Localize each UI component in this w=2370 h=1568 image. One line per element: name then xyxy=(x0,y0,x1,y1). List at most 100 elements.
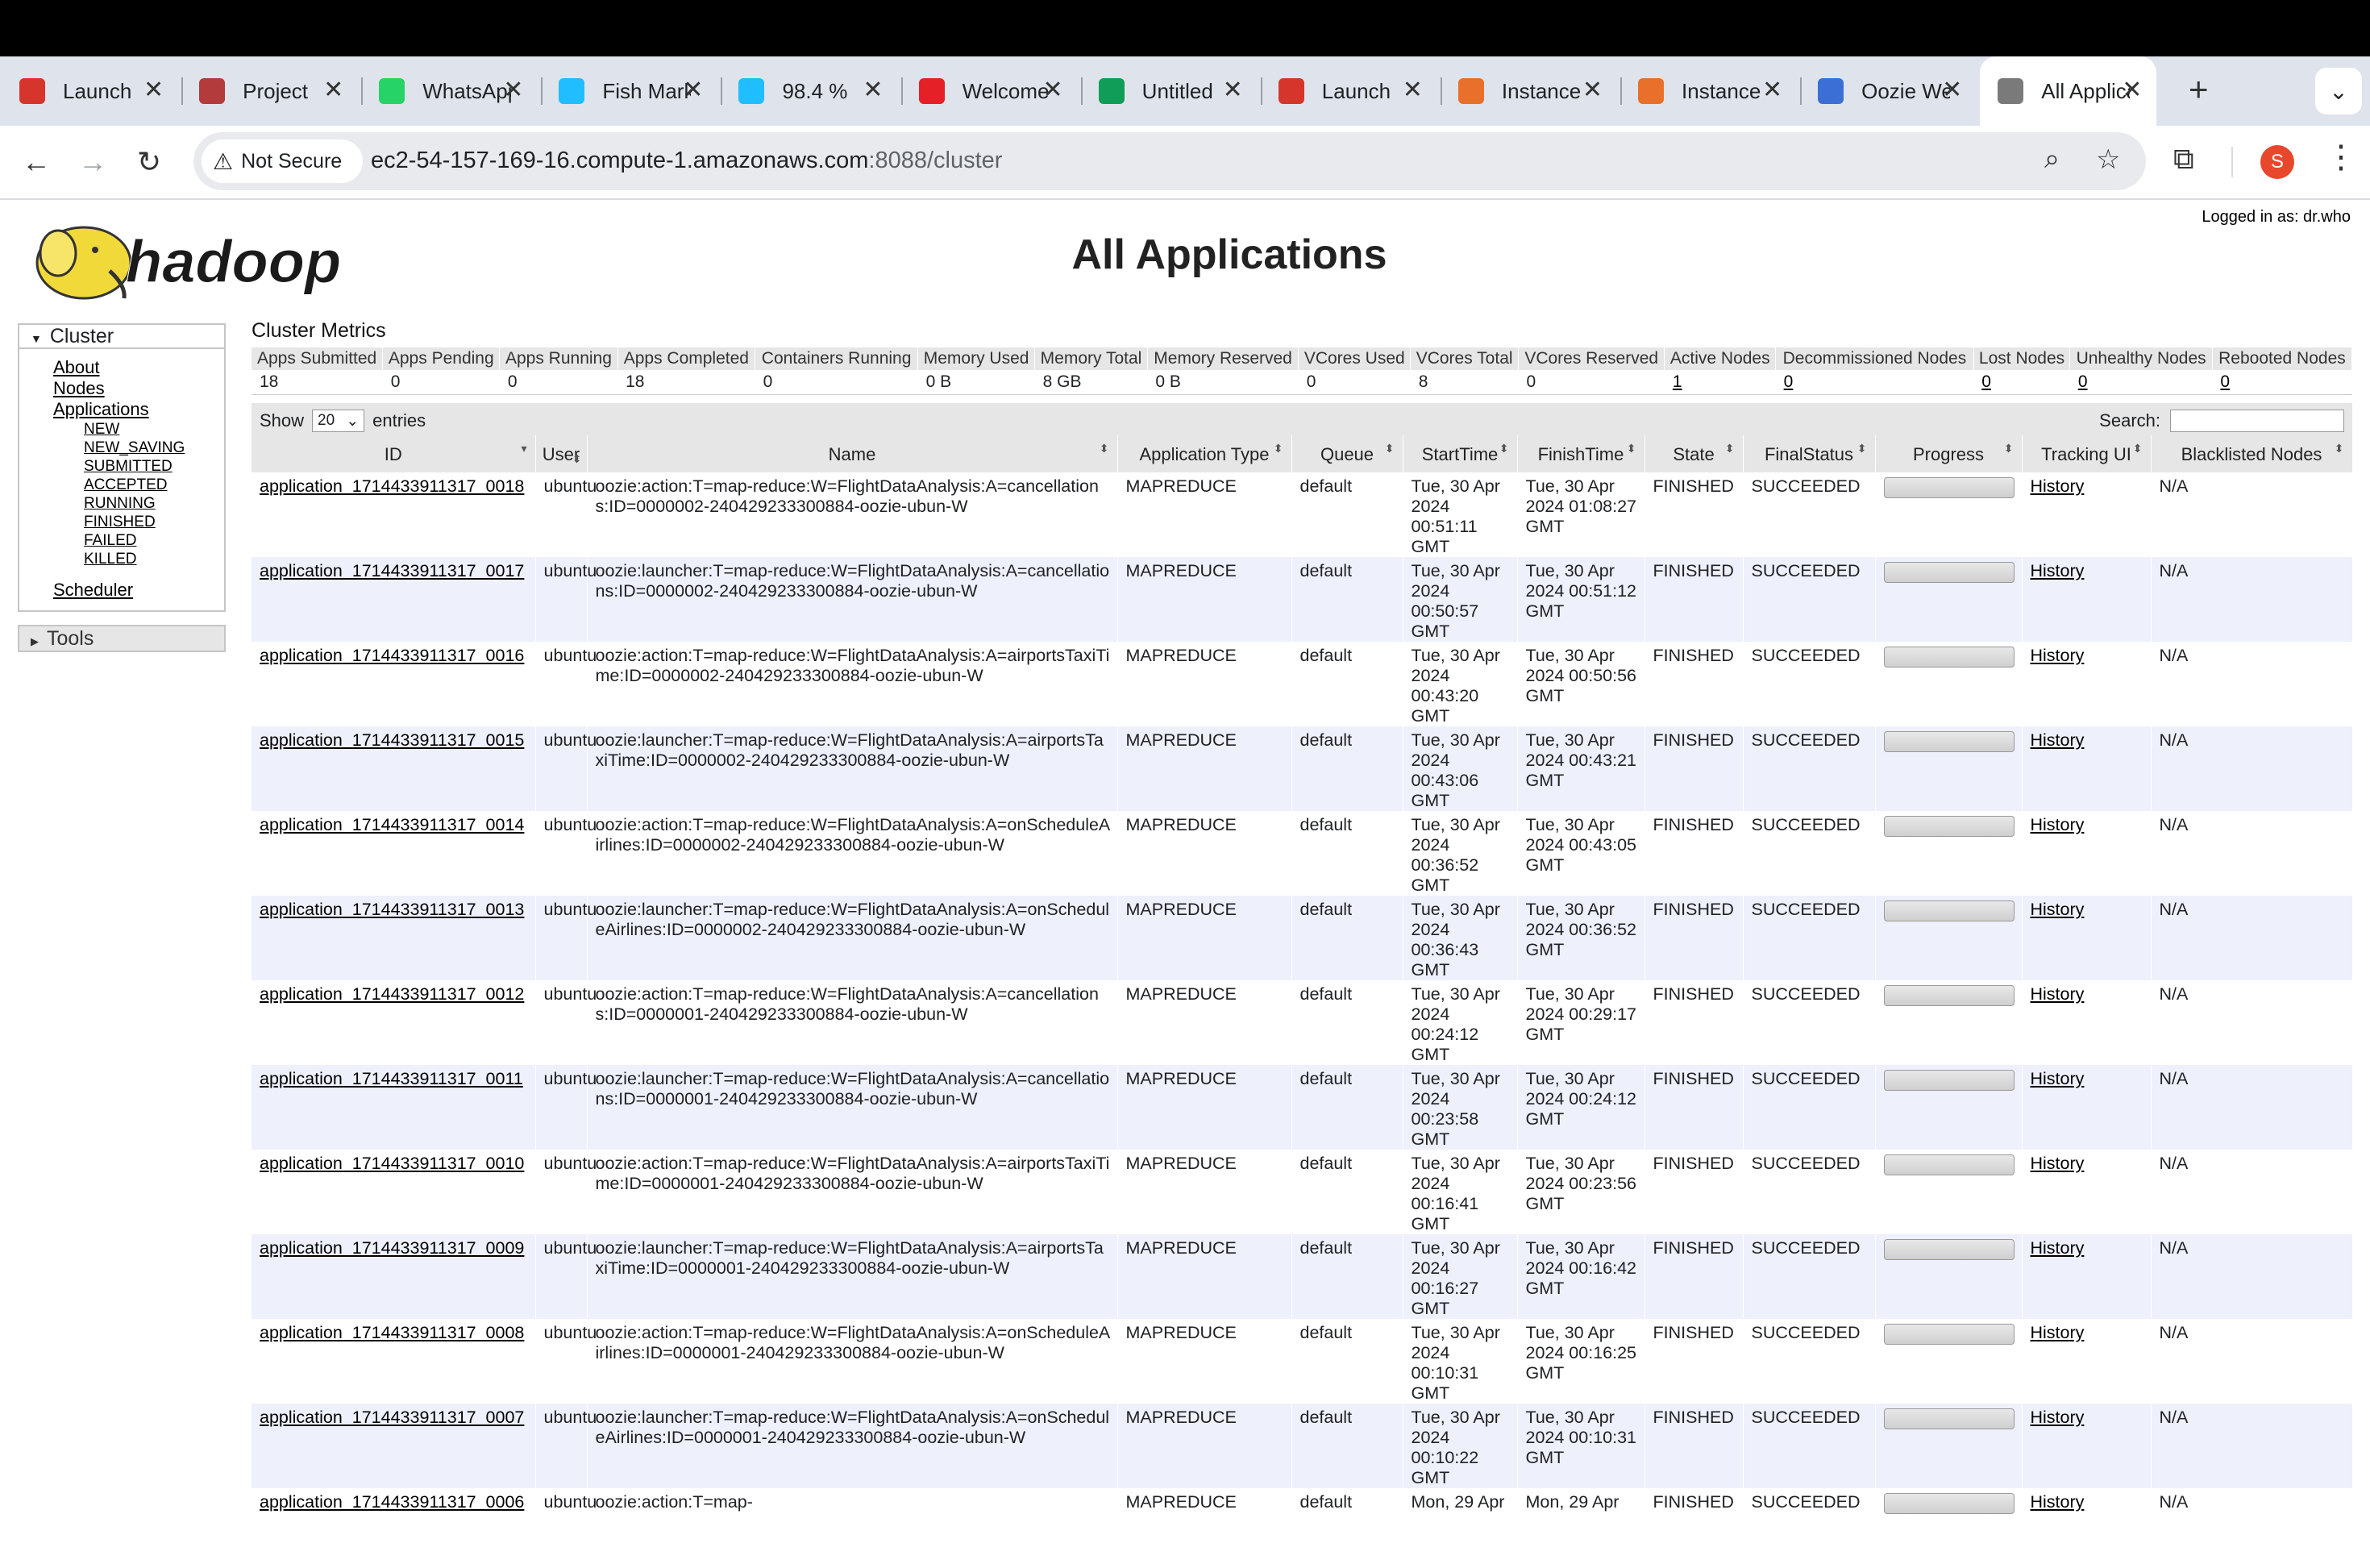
application-id-link[interactable]: application_1714433911317_0006 xyxy=(260,1492,524,1512)
column-header[interactable]: User ⬍ xyxy=(535,435,588,472)
browser-tab[interactable]: WhatsApp ✕ xyxy=(361,56,538,126)
sidebar-item-about[interactable]: About xyxy=(53,357,224,378)
column-header[interactable]: Tracking UI ⬍ xyxy=(2022,435,2152,472)
browser-menu-icon[interactable]: ⋮ xyxy=(2325,139,2357,176)
application-id-link[interactable]: application_1714433911317_0012 xyxy=(260,984,524,1004)
sidebar-state-new[interactable]: NEW xyxy=(84,420,224,439)
search-input[interactable] xyxy=(2170,410,2344,432)
page-size-select[interactable]: 20 ⌄ xyxy=(312,410,365,432)
history-link[interactable]: History xyxy=(2031,900,2085,919)
forward-icon[interactable]: → xyxy=(71,140,114,184)
cluster-section-header[interactable]: ▼ Cluster xyxy=(18,323,226,349)
sidebar-item-nodes[interactable]: Nodes xyxy=(53,378,224,399)
history-link[interactable]: History xyxy=(2031,646,2085,665)
metric-link[interactable]: 0 xyxy=(1981,372,1991,391)
bookmark-star-icon[interactable]: ☆ xyxy=(2096,143,2120,176)
close-tab-icon[interactable]: ✕ xyxy=(863,78,883,102)
application-id-link[interactable]: application_1714433911317_0007 xyxy=(260,1408,524,1427)
application-id-link[interactable]: application_1714433911317_0010 xyxy=(260,1154,524,1173)
new-tab-button[interactable]: + xyxy=(2189,73,2209,106)
metric-link[interactable]: 0 xyxy=(1784,372,1794,391)
launch-icon xyxy=(1278,78,1304,104)
history-link[interactable]: History xyxy=(2031,730,2085,750)
sidebar-item-scheduler[interactable]: Scheduler xyxy=(53,580,224,601)
address-bar[interactable]: ⚠ Not Secure ec2-54-157-169-16.compute-1… xyxy=(193,132,2146,190)
history-link[interactable]: History xyxy=(2031,984,2085,1004)
column-header[interactable]: Blacklisted Nodes ⬍ xyxy=(2151,435,2353,472)
profile-avatar[interactable]: S xyxy=(2260,145,2294,179)
browser-tab[interactable]: Instance ✕ xyxy=(1440,56,1617,126)
history-link[interactable]: History xyxy=(2031,1492,2085,1512)
sidebar-item-applications[interactable]: Applications xyxy=(53,399,224,420)
close-tab-icon[interactable]: ✕ xyxy=(1223,78,1243,102)
application-id-link[interactable]: application_1714433911317_0008 xyxy=(260,1323,524,1342)
column-header[interactable]: State ⬍ xyxy=(1644,435,1744,472)
application-id-link[interactable]: application_1714433911317_0014 xyxy=(260,815,524,834)
metric-header: Containers Running xyxy=(755,347,919,370)
application-id-link[interactable]: application_1714433911317_0009 xyxy=(260,1238,524,1258)
column-header[interactable]: StartTime ⬍ xyxy=(1403,435,1518,472)
application-id-link[interactable]: application_1714433911317_0017 xyxy=(260,561,524,580)
application-id-link[interactable]: application_1714433911317_0015 xyxy=(260,730,524,750)
column-header[interactable]: Application Type ⬍ xyxy=(1117,435,1292,472)
tools-section-header[interactable]: ▶ Tools xyxy=(18,625,226,652)
metric-link[interactable]: 1 xyxy=(1673,372,1682,391)
browser-tab[interactable]: Fish Market✕ xyxy=(541,56,717,126)
application-id-link[interactable]: application_1714433911317_0013 xyxy=(260,900,524,919)
history-link[interactable]: History xyxy=(2031,815,2085,834)
column-header[interactable]: Queue ⬍ xyxy=(1291,435,1403,472)
browser-tab[interactable]: Project ✕ xyxy=(181,56,358,126)
browser-tab[interactable]: Launch ✕ xyxy=(2,56,178,126)
history-link[interactable]: History xyxy=(2031,1154,2085,1173)
application-id-link[interactable]: application_1714433911317_0018 xyxy=(260,476,524,496)
browser-tab[interactable]: Welcome ✕ xyxy=(900,56,1078,126)
close-tab-icon[interactable]: ✕ xyxy=(1942,78,1962,102)
close-tab-icon[interactable]: ✕ xyxy=(1403,78,1423,102)
sidebar-state-new-saving[interactable]: NEW_SAVING xyxy=(84,439,224,457)
close-tab-icon[interactable]: ✕ xyxy=(323,78,343,102)
sidebar-state-finished[interactable]: FINISHED xyxy=(84,513,224,531)
close-tab-icon[interactable]: ✕ xyxy=(1043,78,1063,102)
browser-tab[interactable]: Instance ✕ xyxy=(1620,56,1797,126)
sidebar-state-accepted[interactable]: ACCEPTED xyxy=(84,476,224,494)
close-tab-icon[interactable]: ✕ xyxy=(1762,78,1782,102)
close-tab-icon[interactable]: ✕ xyxy=(503,78,523,102)
column-header[interactable]: Progress ⬍ xyxy=(1875,435,2023,472)
history-link[interactable]: History xyxy=(2031,1323,2085,1342)
application-id-link[interactable]: application_1714433911317_0016 xyxy=(260,646,524,665)
browser-tab[interactable]: All Applications✕ xyxy=(1980,56,2157,126)
metric-header: Apps Submitted xyxy=(252,347,384,370)
column-header[interactable]: FinishTime ⬍ xyxy=(1517,435,1645,472)
close-tab-icon[interactable]: ✕ xyxy=(143,78,164,102)
browser-tab[interactable]: Untitled ✕ xyxy=(1080,56,1258,126)
back-icon[interactable]: ← xyxy=(15,140,58,184)
history-link[interactable]: History xyxy=(2031,476,2085,496)
cell-queue: default xyxy=(1291,1150,1403,1234)
application-id-link[interactable]: application_1714433911317_0011 xyxy=(260,1069,523,1088)
history-link[interactable]: History xyxy=(2031,1408,2085,1427)
zoom-icon[interactable]: ⌕ xyxy=(2044,143,2060,175)
close-tab-icon[interactable]: ✕ xyxy=(2122,78,2142,102)
close-tab-icon[interactable]: ✕ xyxy=(683,78,703,102)
browser-tab[interactable]: 98.4 % ✕ xyxy=(721,56,897,126)
sidebar-state-submitted[interactable]: SUBMITTED xyxy=(84,457,224,476)
column-header[interactable]: Name ⬍ xyxy=(587,435,1118,472)
sidebar-state-killed[interactable]: KILLED xyxy=(84,550,224,568)
history-link[interactable]: History xyxy=(2031,1238,2085,1258)
history-link[interactable]: History xyxy=(2031,1069,2085,1088)
metric-link[interactable]: 0 xyxy=(2078,372,2088,391)
tab-search-button[interactable]: ⌄ xyxy=(2315,68,2362,114)
column-header[interactable]: FinalStatus ⬍ xyxy=(1743,435,1876,472)
close-tab-icon[interactable]: ✕ xyxy=(1582,78,1603,102)
browser-tab[interactable]: Oozie Web✕ xyxy=(1800,56,1977,126)
history-link[interactable]: History xyxy=(2031,561,2085,580)
metric-link[interactable]: 0 xyxy=(2220,372,2230,391)
sidebar-state-failed[interactable]: FAILED xyxy=(84,531,224,550)
extensions-icon[interactable]: ⧉ xyxy=(2173,142,2194,177)
security-chip[interactable]: ⚠ Not Secure xyxy=(202,139,364,183)
reload-icon[interactable]: ↻ xyxy=(127,140,171,184)
browser-tab[interactable]: Launch ✕ xyxy=(1260,56,1437,126)
column-header[interactable]: ID ▾ xyxy=(252,435,536,472)
sidebar-state-running[interactable]: RUNNING xyxy=(84,494,224,513)
url-text[interactable]: ec2-54-157-169-16.compute-1.amazonaws.co… xyxy=(371,148,1002,174)
